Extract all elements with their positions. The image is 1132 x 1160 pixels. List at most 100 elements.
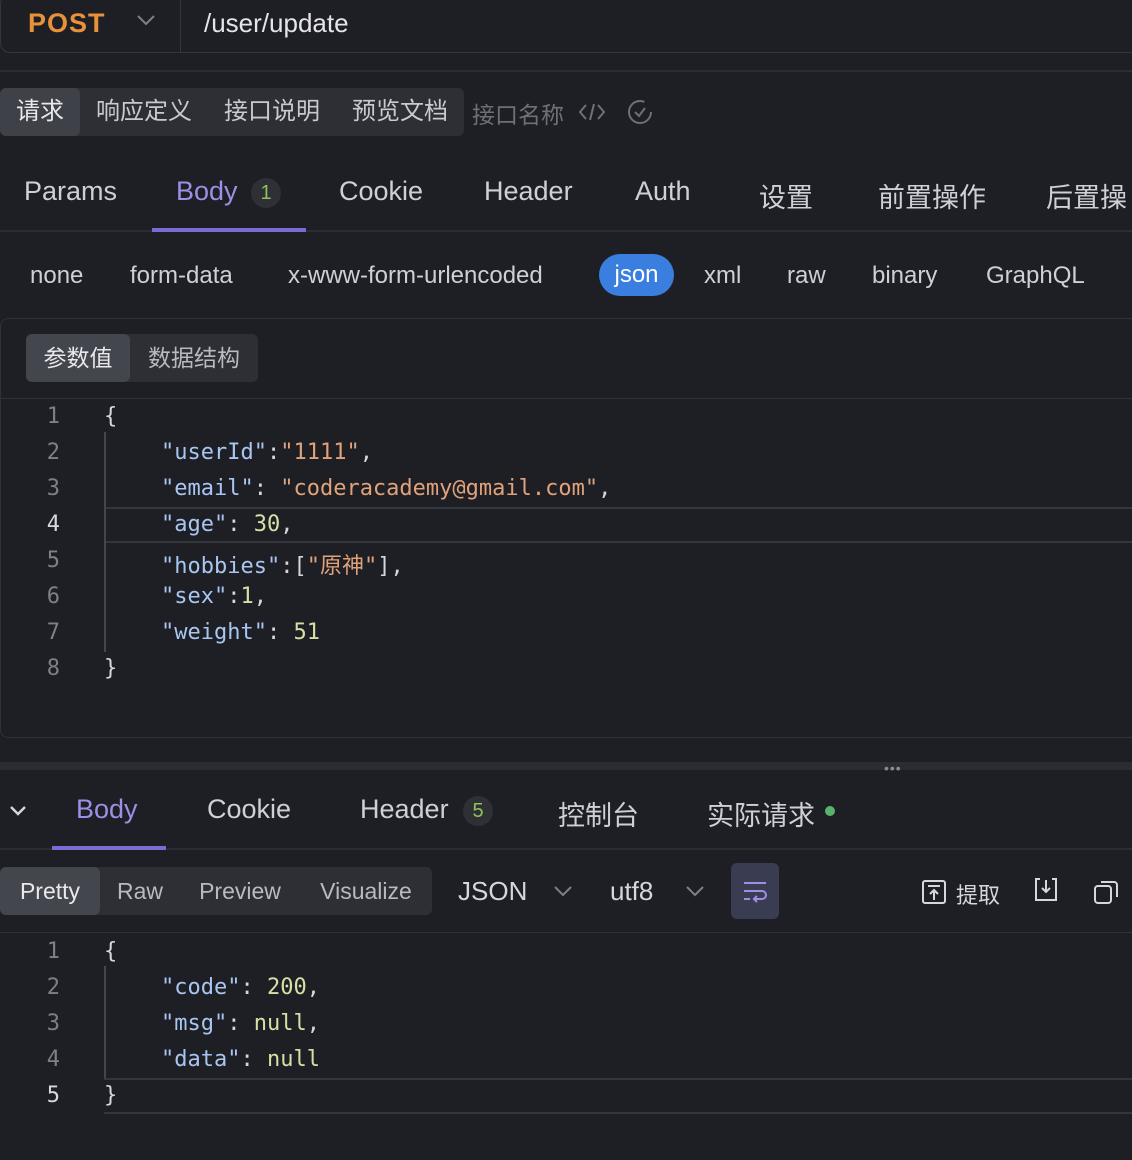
body-type-none[interactable]: none (30, 262, 83, 290)
format-toggle: Pretty Raw Preview Visualize (0, 867, 432, 915)
active-tab-indicator (52, 846, 166, 850)
json-value: null (253, 1011, 307, 1036)
json-punct: : (266, 620, 294, 645)
code-line[interactable]: "data": null (161, 1047, 320, 1072)
tab-auth[interactable]: Auth (635, 176, 691, 207)
chevron-down-icon[interactable] (552, 880, 574, 902)
json-key: "sex" (161, 584, 228, 609)
tab-actual-request[interactable]: 实际请求 (707, 794, 815, 833)
json-punct: ], (377, 554, 404, 579)
url-input[interactable]: /user/update (204, 8, 349, 39)
body-type-graphql[interactable]: GraphQL (986, 262, 1085, 290)
json-punct: : (240, 975, 267, 1000)
body-type-urlencoded[interactable]: x-www-form-urlencoded (288, 262, 543, 290)
format-raw[interactable]: Raw (100, 867, 180, 915)
chevron-down-icon[interactable] (134, 8, 158, 32)
json-punct: : (253, 476, 281, 501)
editor-mode-toggle: 参数值 数据结构 (26, 334, 258, 382)
code-line[interactable]: "email": "coderacademy@gmail.com", (161, 476, 611, 501)
active-tab-indicator (152, 228, 306, 232)
tab-post-operations[interactable]: 后置操 (1046, 176, 1132, 215)
json-key: "msg" (161, 1011, 228, 1036)
chevron-down-icon[interactable] (6, 798, 30, 822)
extract-icon[interactable] (920, 878, 948, 906)
tab-header[interactable]: Header (484, 176, 573, 207)
json-value: null (266, 1047, 320, 1072)
code-icon[interactable] (578, 100, 606, 124)
tab-body[interactable]: Body (176, 176, 238, 207)
encoding-select[interactable]: utf8 (610, 876, 653, 907)
drag-handle-icon[interactable]: ••• (884, 760, 902, 776)
chevron-down-icon[interactable] (684, 880, 706, 902)
mode-values[interactable]: 参数值 (26, 334, 130, 382)
json-punct: , (306, 1011, 320, 1036)
line-number: 4 (46, 512, 60, 537)
body-type-form-data[interactable]: form-data (130, 262, 233, 290)
tab-pre-operations[interactable]: 前置操作 (878, 176, 986, 215)
tab-response-body[interactable]: Body (76, 794, 138, 825)
tab-request[interactable]: 请求 (0, 88, 80, 136)
code-brace: } (104, 1083, 118, 1108)
tab-cookie[interactable]: Cookie (339, 176, 423, 207)
json-value: 30 (253, 512, 281, 537)
tab-response-header[interactable]: Header (360, 794, 449, 825)
body-count-badge: 1 (251, 178, 281, 208)
format-pretty[interactable]: Pretty (0, 867, 100, 915)
json-punct: , (598, 476, 612, 501)
code-line[interactable]: "msg": null, (161, 1011, 320, 1036)
code-brace: { (104, 939, 118, 964)
tab-params[interactable]: Params (24, 176, 117, 207)
tab-response-cookie[interactable]: Cookie (207, 794, 291, 825)
json-key: "hobbies" (161, 554, 281, 579)
json-punct: :[ (280, 554, 307, 579)
code-line[interactable]: "sex":1, (161, 584, 267, 609)
language-select[interactable]: JSON (458, 876, 527, 907)
wrap-lines-button[interactable] (731, 863, 779, 919)
wrap-lines-icon (744, 882, 767, 903)
tab-response-definition[interactable]: 响应定义 (80, 88, 208, 136)
download-icon[interactable] (1032, 876, 1060, 904)
body-type-xml[interactable]: xml (704, 262, 741, 290)
json-value: 51 (293, 620, 320, 645)
divider (0, 398, 1132, 399)
body-type-binary[interactable]: binary (872, 262, 937, 290)
current-line-highlight (104, 1078, 1132, 1114)
api-name-input[interactable]: 接口名称 (472, 96, 564, 130)
tab-settings[interactable]: 设置 (759, 176, 813, 215)
body-type-json[interactable]: json (599, 254, 674, 296)
json-key: "userId" (161, 440, 267, 465)
extract-button[interactable]: 提取 (956, 878, 1000, 910)
header-count-badge: 5 (463, 796, 493, 826)
tab-preview-doc[interactable]: 预览文档 (336, 88, 464, 136)
code-line[interactable]: "code": 200, (161, 975, 320, 1000)
json-punct: , (306, 975, 320, 1000)
code-line[interactable]: "age": 30, (161, 512, 293, 537)
json-value: 1 (240, 584, 254, 609)
json-key: "weight" (161, 620, 267, 645)
tab-api-description[interactable]: 接口说明 (208, 88, 336, 136)
code-line[interactable]: "weight": 51 (161, 620, 320, 645)
history-icon[interactable] (626, 98, 654, 126)
format-preview[interactable]: Preview (180, 867, 300, 915)
line-number: 4 (46, 1047, 60, 1072)
doc-tabs: 请求 响应定义 接口说明 预览文档 (0, 88, 464, 136)
line-number: 3 (46, 476, 60, 501)
code-line[interactable]: "userId":"1111", (161, 440, 373, 465)
line-number: 5 (46, 548, 60, 573)
panel-splitter[interactable] (0, 762, 1132, 770)
mode-schema[interactable]: 数据结构 (130, 334, 258, 382)
divider (0, 70, 1132, 72)
status-dot (825, 806, 835, 816)
json-key: "data" (161, 1047, 241, 1072)
body-type-raw[interactable]: raw (787, 262, 826, 290)
line-number: 3 (46, 1011, 60, 1036)
line-number: 2 (46, 440, 60, 465)
tab-console[interactable]: 控制台 (558, 794, 639, 833)
method-select[interactable]: POST (28, 8, 106, 39)
code-line[interactable]: "hobbies":["原神"], (161, 548, 404, 580)
format-visualize[interactable]: Visualize (300, 867, 432, 915)
json-punct: : (227, 584, 241, 609)
line-number: 7 (46, 620, 60, 645)
json-value: "1111" (280, 440, 360, 465)
copy-icon[interactable] (1092, 878, 1120, 906)
